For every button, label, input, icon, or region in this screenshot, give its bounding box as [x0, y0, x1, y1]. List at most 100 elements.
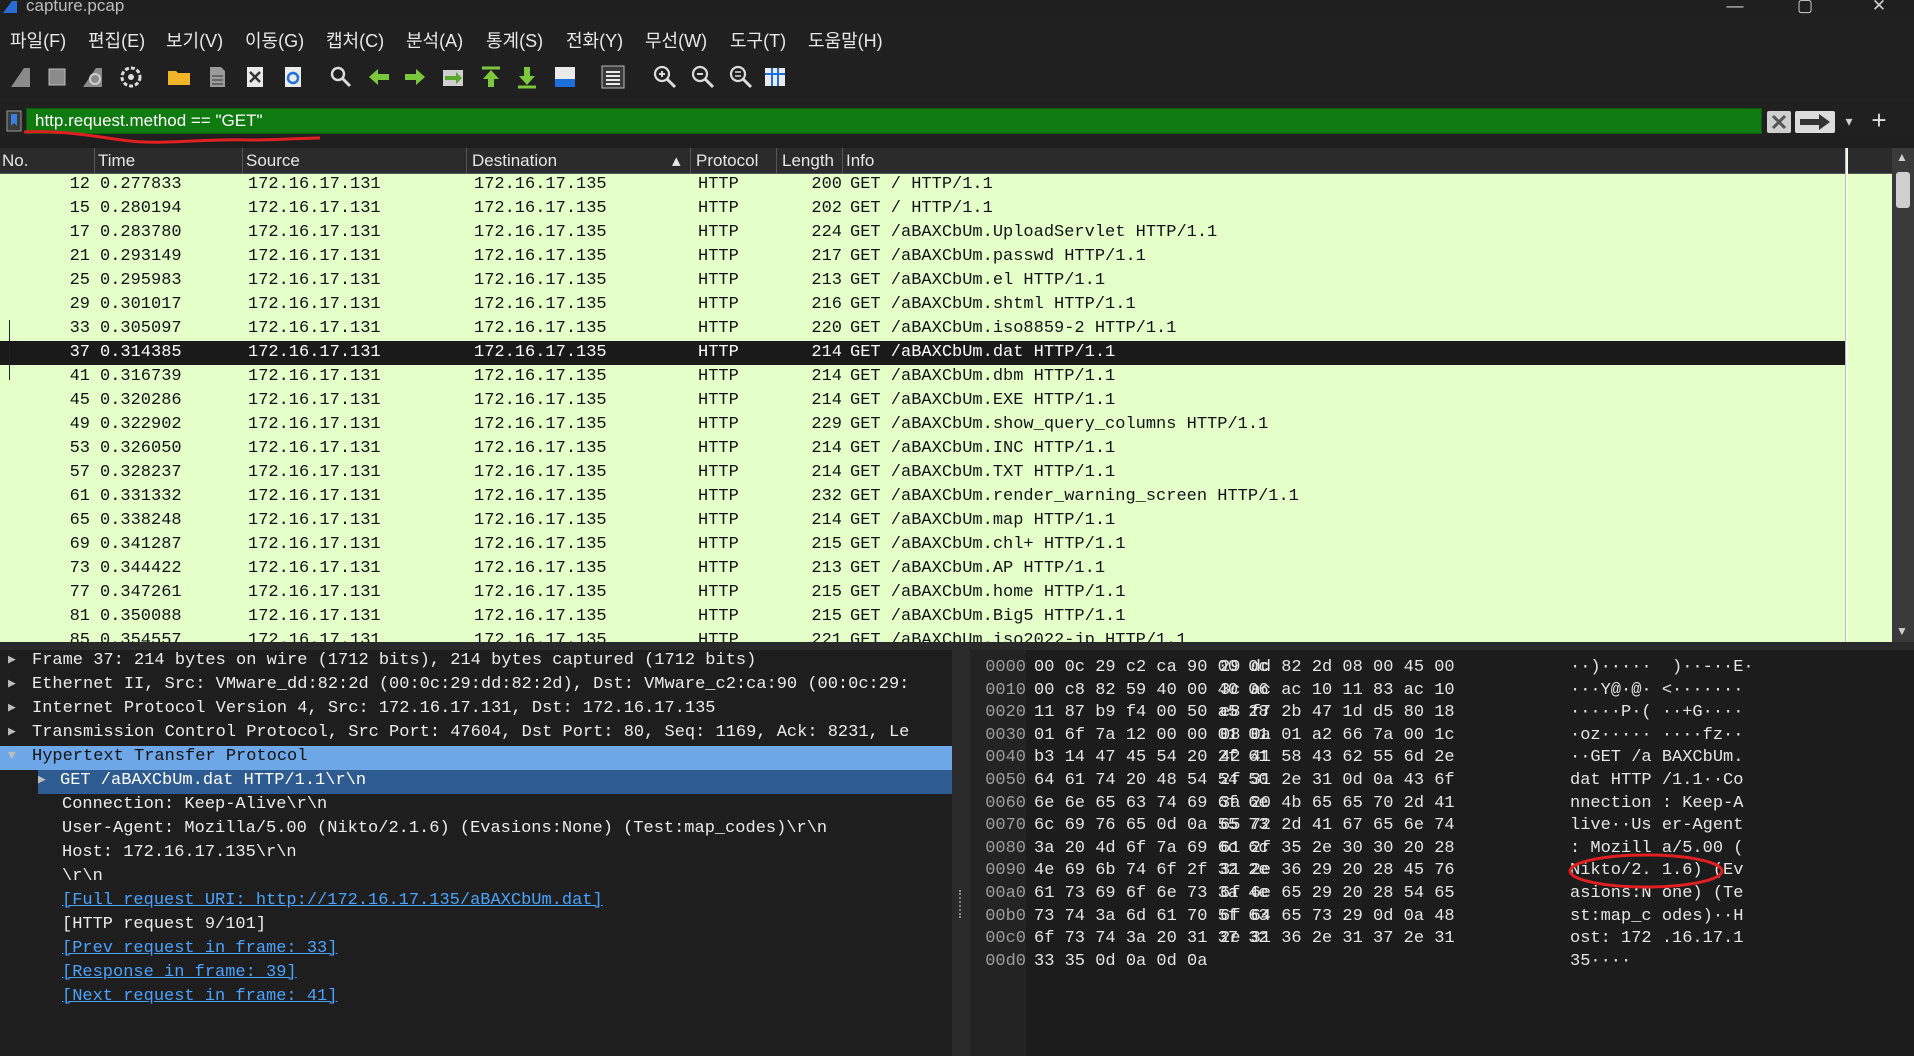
first-packet-icon[interactable] [476, 62, 506, 92]
menu-capture[interactable]: 캡처(C) [326, 27, 384, 53]
packet-row[interactable]: 53 0.326050 172.16.17.131 172.16.17.135 HTTP… [0, 437, 1845, 461]
menu-view[interactable]: 보기(V) [166, 27, 223, 53]
scroll-down-icon[interactable]: ▼ [1896, 624, 1908, 638]
colorize-icon[interactable] [598, 62, 628, 92]
packet-row[interactable]: 45 0.320286 172.16.17.131 172.16.17.135 HTTP… [0, 389, 1845, 413]
expand-arrow-icon[interactable]: ▶ [8, 724, 16, 739]
detail-link[interactable]: [Full request URI: http://172.16.17.135/… [62, 891, 603, 910]
detail-tree-item[interactable]: ▶ GET /aBAXCbUm.dat HTTP/1.1\r\n [38, 770, 952, 794]
reload-icon[interactable] [278, 62, 308, 92]
scroll-thumb[interactable] [1896, 172, 1910, 208]
related-packet-marker [9, 320, 10, 380]
packet-row[interactable]: 33 0.305097 172.16.17.131 172.16.17.135 HTTP… [0, 317, 1845, 341]
column-header-time[interactable]: Time [98, 151, 135, 171]
packet-row[interactable]: 57 0.328237 172.16.17.131 172.16.17.135 HTTP… [0, 461, 1845, 485]
packet-row[interactable]: 81 0.350088 172.16.17.131 172.16.17.135 HTTP… [0, 605, 1845, 629]
detail-link[interactable]: [Prev request in frame: 33] [62, 939, 337, 958]
detail-tree-item[interactable]: User-Agent: Mozilla/5.00 (Nikto/2.1.6) (… [0, 818, 952, 842]
packet-row[interactable]: 15 0.280194 172.16.17.131 172.16.17.135 HTTP… [0, 197, 1845, 221]
menu-edit[interactable]: 편집(E) [88, 27, 145, 53]
options-gear-icon[interactable] [116, 62, 146, 92]
column-header-protocol[interactable]: Protocol [696, 151, 758, 171]
display-filter-input[interactable]: http.request.method == "GET" [26, 108, 1762, 134]
detail-tree-item[interactable]: [Full request URI: http://172.16.17.135/… [0, 890, 952, 914]
packet-row[interactable]: 65 0.338248 172.16.17.131 172.16.17.135 HTTP… [0, 509, 1845, 533]
detail-tree-item[interactable]: [Prev request in frame: 33] [0, 938, 952, 962]
packet-row[interactable]: 41 0.316739 172.16.17.131 172.16.17.135 HTTP… [0, 365, 1845, 389]
packet-minimap[interactable] [1845, 148, 1848, 642]
find-icon[interactable] [326, 62, 356, 92]
clear-filter-button[interactable] [1767, 111, 1791, 133]
column-header-info[interactable]: Info [846, 151, 874, 171]
detail-tree-item[interactable]: ▶ Frame 37: 214 bytes on wire (1712 bits)… [0, 650, 952, 674]
packet-row[interactable]: 85 0.354557 172.16.17.131 172.16.17.135 HTTP… [0, 629, 1845, 642]
expand-arrow-icon[interactable]: ▶ [8, 676, 16, 691]
packet-row[interactable]: 25 0.295983 172.16.17.131 172.16.17.135 HTTP… [0, 269, 1845, 293]
save-file-icon[interactable] [202, 62, 232, 92]
back-arrow-icon[interactable] [364, 62, 394, 92]
menu-analyze[interactable]: 분석(A) [406, 27, 463, 53]
detail-tree-item[interactable]: ▼ Hypertext Transfer Protocol [0, 746, 952, 770]
column-header-no[interactable]: No. [2, 151, 28, 171]
apply-filter-button[interactable] [1795, 111, 1835, 133]
horizontal-splitter[interactable] [0, 642, 1914, 650]
menu-wireless[interactable]: 무선(W) [645, 27, 707, 53]
packet-row[interactable]: 49 0.322902 172.16.17.131 172.16.17.135 HTTP… [0, 413, 1845, 437]
normal-size-icon[interactable] [726, 62, 756, 92]
packet-list-scrollbar[interactable]: ▲ ▼ [1892, 148, 1914, 642]
detail-tree-item[interactable]: [HTTP request 9/101] [0, 914, 952, 938]
shark-fin-start-icon[interactable] [6, 62, 36, 92]
packet-row[interactable]: 61 0.331332 172.16.17.131 172.16.17.135 HTTP… [0, 485, 1845, 509]
detail-tree-item[interactable]: ▶ Ethernet II, Src: VMware_dd:82:2d (00:0… [0, 674, 952, 698]
go-to-packet-icon[interactable] [438, 62, 468, 92]
filter-history-dropdown[interactable]: ▾ [1840, 110, 1858, 132]
packet-row[interactable]: 17 0.283780 172.16.17.131 172.16.17.135 HTTP… [0, 221, 1845, 245]
autoscroll-icon[interactable] [550, 62, 580, 92]
detail-tree-item[interactable]: ▶ Transmission Control Protocol, Src Port… [0, 722, 952, 746]
resize-columns-icon[interactable] [760, 62, 790, 92]
detail-tree-item[interactable]: [Next request in frame: 41] [0, 986, 952, 1010]
menu-file[interactable]: 파일(F) [10, 27, 66, 53]
packet-row[interactable]: 29 0.301017 172.16.17.131 172.16.17.135 HTTP… [0, 293, 1845, 317]
packet-row[interactable]: 37 0.314385 172.16.17.131 172.16.17.135 HTTP… [0, 341, 1845, 365]
detail-link[interactable]: [Response in frame: 39] [62, 963, 297, 982]
menu-tools[interactable]: 도구(T) [730, 27, 786, 53]
packet-row[interactable]: 69 0.341287 172.16.17.131 172.16.17.135 HTTP… [0, 533, 1845, 557]
close-file-icon[interactable] [240, 62, 270, 92]
restart-icon[interactable] [78, 62, 108, 92]
forward-arrow-icon[interactable] [400, 62, 430, 92]
vertical-splitter[interactable] [952, 650, 970, 1056]
scroll-up-icon[interactable]: ▲ [1896, 150, 1908, 164]
detail-tree-item[interactable]: ▶ Internet Protocol Version 4, Src: 172.1… [0, 698, 952, 722]
bookmark-icon[interactable] [4, 109, 24, 133]
detail-link[interactable]: [Next request in frame: 41] [62, 987, 337, 1006]
stop-icon[interactable] [42, 62, 72, 92]
open-folder-icon[interactable] [164, 62, 194, 92]
menu-telephony[interactable]: 전화(Y) [566, 27, 623, 53]
detail-tree-item[interactable]: [Response in frame: 39] [0, 962, 952, 986]
menu-statistics[interactable]: 통계(S) [486, 27, 543, 53]
maximize-button[interactable]: ▢ [1790, 0, 1820, 16]
packet-row[interactable]: 73 0.344422 172.16.17.131 172.16.17.135 HTTP… [0, 557, 1845, 581]
packet-row[interactable]: 77 0.347261 172.16.17.131 172.16.17.135 HTTP… [0, 581, 1845, 605]
expand-arrow-icon[interactable]: ▶ [38, 772, 46, 787]
packet-row[interactable]: 21 0.293149 172.16.17.131 172.16.17.135 HTTP… [0, 245, 1845, 269]
zoom-in-icon[interactable] [650, 62, 680, 92]
add-filter-button[interactable]: + [1868, 106, 1890, 134]
zoom-out-icon[interactable] [688, 62, 718, 92]
column-header-destination[interactable]: Destination [472, 151, 557, 171]
packet-row[interactable]: 12 0.277833 172.16.17.131 172.16.17.135 HTTP… [0, 173, 1845, 197]
detail-tree-item[interactable]: Host: 172.16.17.135\r\n [0, 842, 952, 866]
expand-arrow-icon[interactable]: ▶ [8, 652, 16, 667]
detail-tree-item[interactable]: \r\n [0, 866, 952, 890]
column-header-length[interactable]: Length [782, 151, 834, 171]
collapse-arrow-icon[interactable]: ▼ [8, 748, 16, 763]
detail-tree-item[interactable]: Connection: Keep-Alive\r\n [0, 794, 952, 818]
close-window-button[interactable]: ✕ [1864, 0, 1894, 16]
menu-help[interactable]: 도움말(H) [808, 27, 883, 53]
menu-go[interactable]: 이동(G) [245, 27, 304, 53]
minimize-button[interactable]: — [1720, 0, 1750, 16]
column-header-source[interactable]: Source [246, 151, 300, 171]
expand-arrow-icon[interactable]: ▶ [8, 700, 16, 715]
last-packet-icon[interactable] [512, 62, 542, 92]
